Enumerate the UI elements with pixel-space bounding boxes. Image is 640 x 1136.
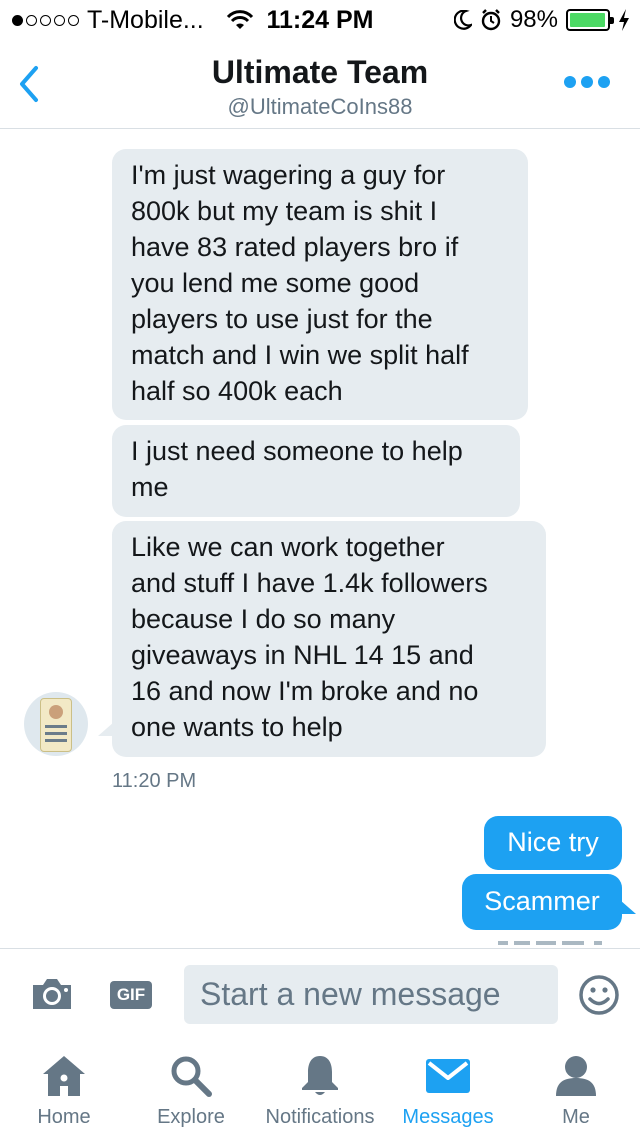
home-icon	[43, 1056, 85, 1096]
bubble-tail	[98, 722, 114, 736]
charging-bolt-icon	[619, 9, 629, 31]
received-message[interactable]: I'm just wagering a guy for 800k but my …	[112, 149, 528, 420]
sender-avatar[interactable]	[24, 692, 88, 756]
tab-messages[interactable]: Messages	[392, 1040, 504, 1136]
gif-button[interactable]: GIF	[110, 981, 152, 1009]
player-card-image	[40, 698, 72, 752]
user-handle: @UltimateCoIns88	[227, 94, 413, 119]
sent-message[interactable]: Nice try	[484, 816, 622, 870]
search-icon	[171, 1056, 212, 1097]
alarm-icon	[481, 9, 501, 31]
message-timestamp: 11:20 PM	[112, 770, 197, 792]
person-icon	[556, 1056, 596, 1096]
envelope-icon	[426, 1059, 470, 1093]
tab-me[interactable]: Me	[526, 1040, 626, 1136]
tab-home[interactable]: Home	[14, 1040, 114, 1136]
received-message[interactable]: I just need someone to help me	[112, 425, 520, 517]
received-message[interactable]: Like we can work together and stuff I ha…	[112, 521, 546, 757]
tab-explore[interactable]: Explore	[141, 1040, 241, 1136]
status-right: 98%	[453, 6, 630, 34]
tab-notifications[interactable]: Notifications	[254, 1040, 386, 1136]
conversation-title[interactable]: Ultimate Team	[0, 54, 640, 91]
emoji-icon[interactable]	[578, 974, 620, 1016]
compose-bar: GIF	[0, 948, 640, 1040]
status-bar: T-Mobile... 11:24 PM 98%	[0, 0, 640, 40]
bell-icon	[302, 1056, 338, 1095]
bubble-tail	[620, 900, 636, 914]
tab-bar: Home Explore Notifications Messages Me	[0, 1040, 640, 1136]
sent-message[interactable]: Scammer	[462, 874, 622, 930]
moon-icon	[453, 10, 472, 30]
message-input[interactable]	[184, 965, 558, 1024]
battery-percent: 98%	[509, 6, 558, 33]
conversation-header: Ultimate Team @UltimateCoIns88	[0, 40, 640, 129]
more-options-button[interactable]	[564, 76, 610, 88]
camera-icon[interactable]	[30, 977, 74, 1011]
battery-icon	[566, 9, 614, 31]
